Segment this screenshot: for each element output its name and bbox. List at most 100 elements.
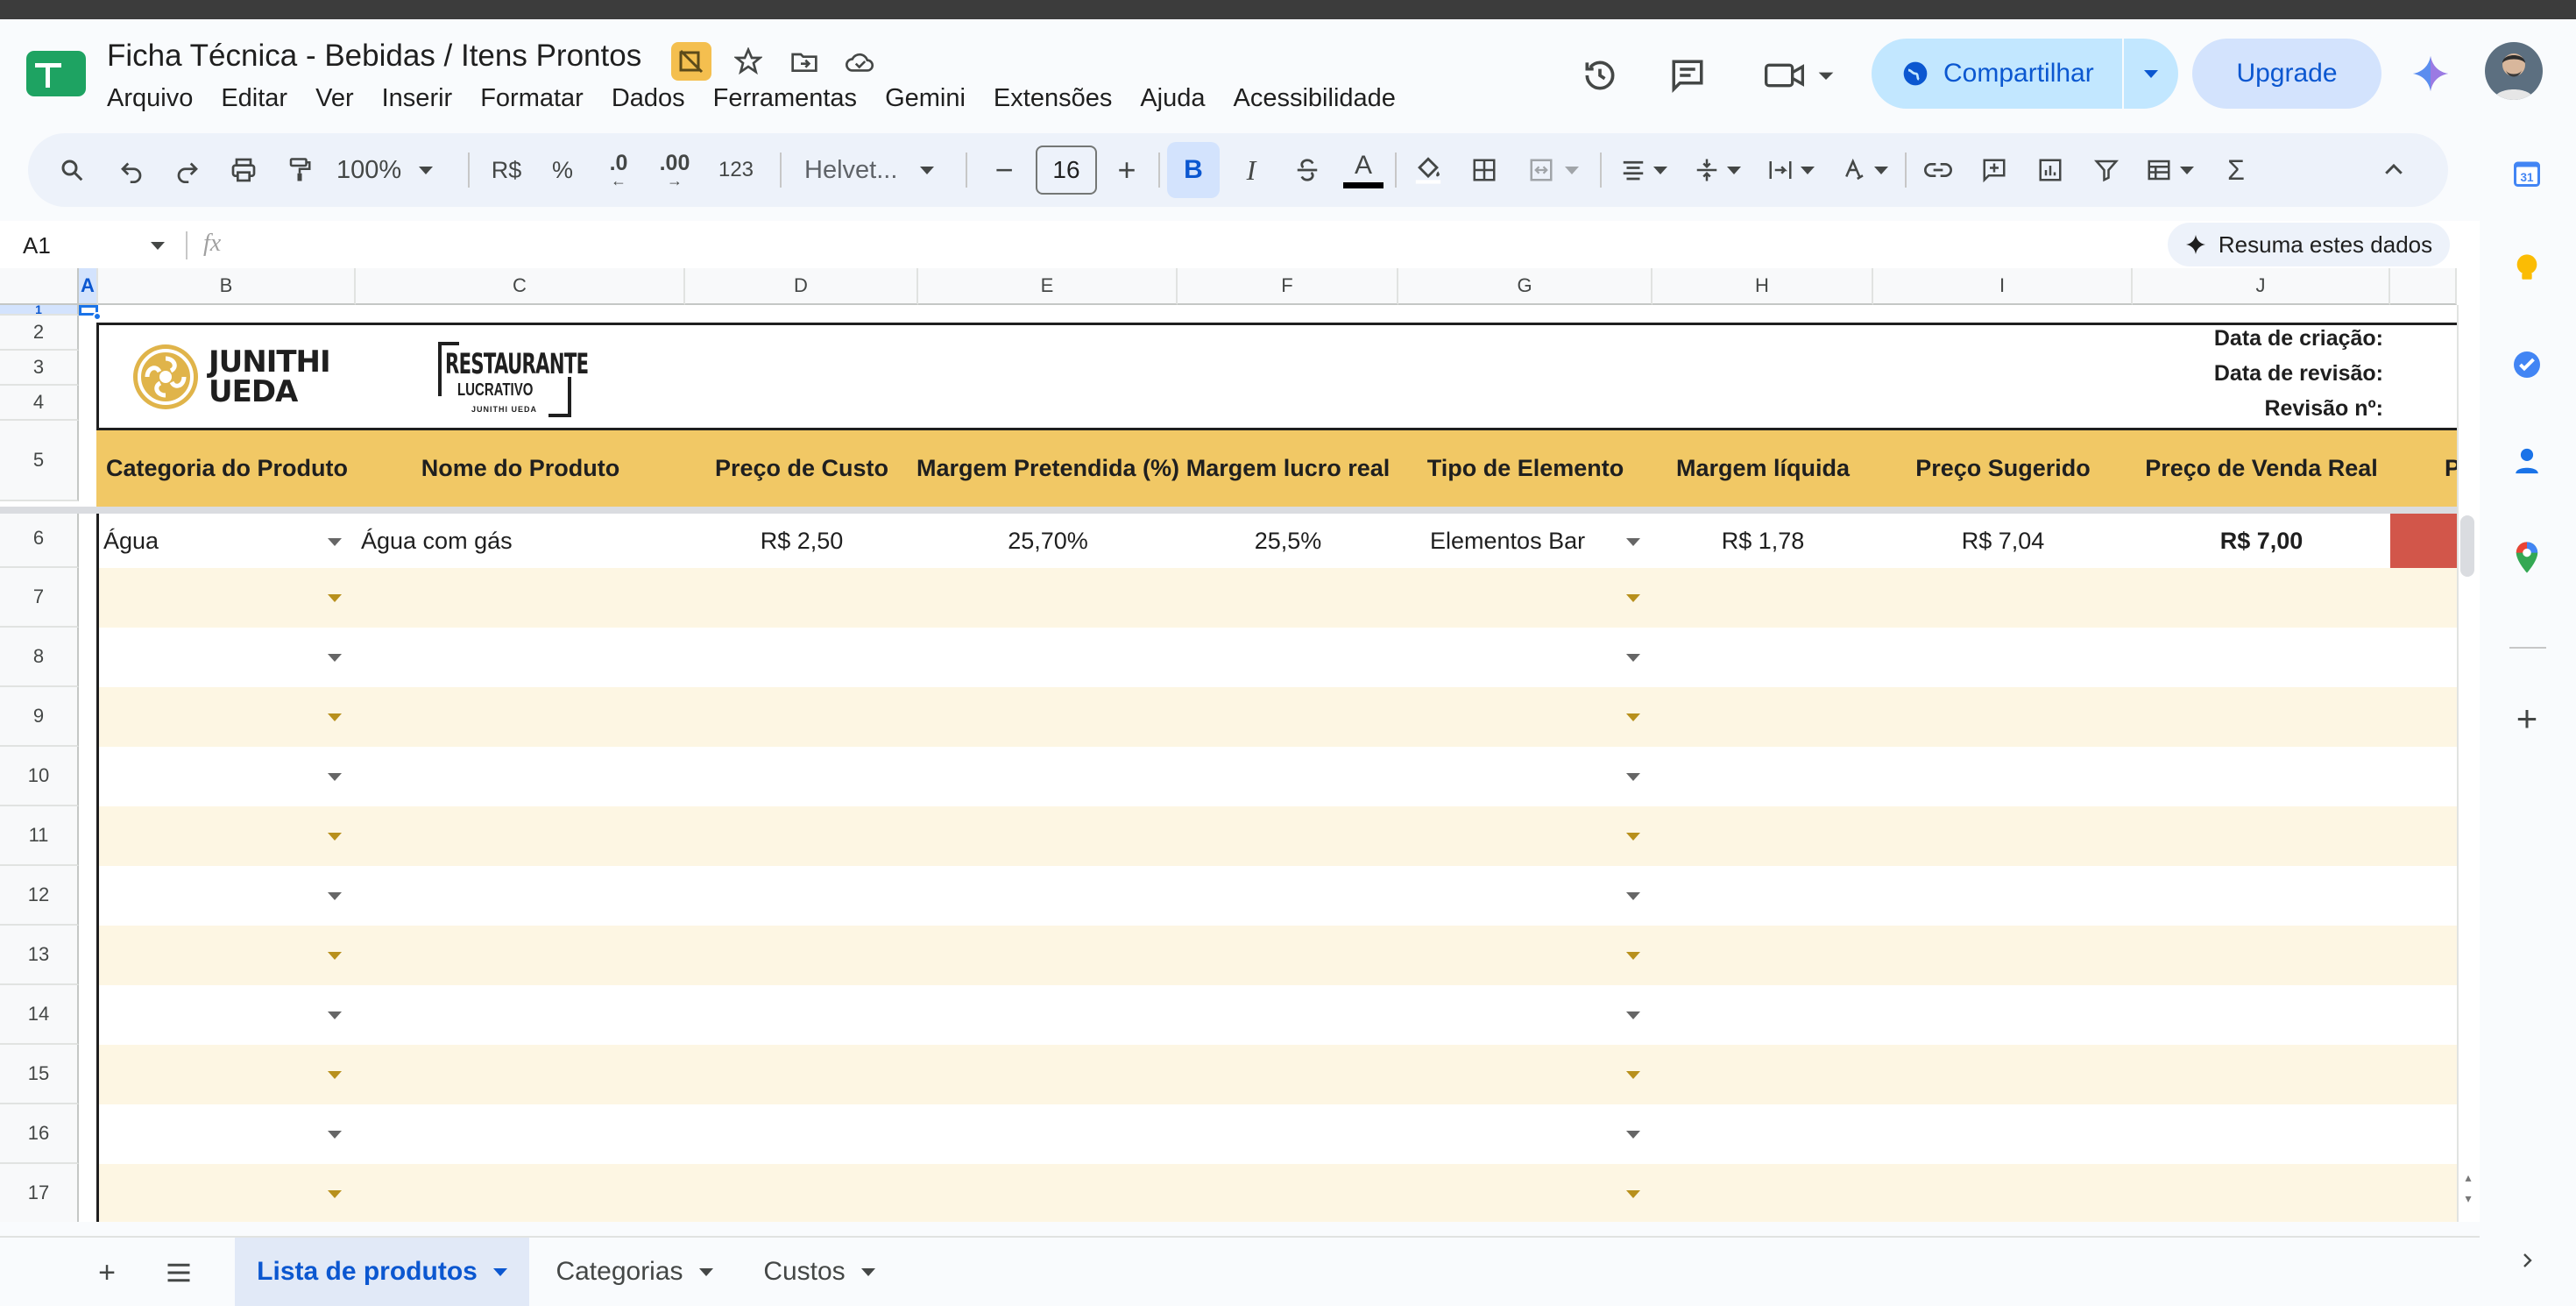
row-header-4[interactable]: 4 xyxy=(0,386,79,421)
document-title[interactable]: Ficha Técnica - Bebidas / Itens Prontos xyxy=(107,39,641,74)
row-15-stripe[interactable] xyxy=(99,1045,2457,1104)
header-preco-venda-real[interactable]: Preço de Venda Real xyxy=(2133,429,2390,507)
vertical-align-icon[interactable] xyxy=(1682,133,1752,207)
menu-ver[interactable]: Ver xyxy=(315,84,354,119)
row-header-6[interactable]: 6 xyxy=(0,510,79,568)
horizontal-align-icon[interactable] xyxy=(1609,133,1679,207)
row-header-14[interactable]: 14 xyxy=(0,985,79,1045)
menu-arquivo[interactable]: Arquivo xyxy=(107,84,193,119)
row-12[interactable] xyxy=(99,866,2457,926)
header-preco-sugerido[interactable]: Preço Sugerido xyxy=(1873,429,2133,507)
share-dropdown-button[interactable] xyxy=(2124,39,2178,109)
header-categoria[interactable]: Categoria do Produto xyxy=(98,429,356,507)
row-header-17[interactable]: 17 xyxy=(0,1164,79,1222)
dropdown-chip-icon[interactable] xyxy=(328,773,342,781)
dropdown-chip-icon[interactable] xyxy=(328,892,342,900)
cell-preco-sugerido[interactable]: R$ 7,04 xyxy=(1873,514,2133,568)
dropdown-chip-icon[interactable] xyxy=(328,1190,342,1198)
decrease-decimal-button[interactable]: .0 ← xyxy=(591,133,647,207)
format-percent-button[interactable]: % xyxy=(536,133,589,207)
dropdown-chip-icon[interactable] xyxy=(328,654,342,662)
star-icon[interactable] xyxy=(731,44,766,79)
header-margem-lucro-real[interactable]: Margem lucro real xyxy=(1178,429,1398,507)
dropdown-chip-icon[interactable] xyxy=(1626,1011,1640,1019)
history-icon[interactable] xyxy=(1575,51,1624,100)
row-header-3[interactable]: 3 xyxy=(0,351,79,386)
row-header-2[interactable]: 2 xyxy=(0,316,79,351)
dropdown-chip-icon[interactable] xyxy=(1626,952,1640,960)
formula-input[interactable] xyxy=(254,226,2138,265)
dropdown-chip-icon[interactable] xyxy=(1626,892,1640,900)
add-sheet-icon[interactable]: + xyxy=(84,1250,130,1295)
menu-editar[interactable]: Editar xyxy=(221,84,287,119)
dropdown-chip-icon[interactable] xyxy=(1626,1190,1640,1198)
cell-margem-lucro-real[interactable]: 25,5% xyxy=(1178,514,1398,568)
comments-icon[interactable] xyxy=(1663,51,1712,100)
dropdown-chip-icon[interactable] xyxy=(328,833,342,841)
menu-acessibilidade[interactable]: Acessibilidade xyxy=(1234,84,1396,119)
dropdown-chip-icon[interactable] xyxy=(328,1131,342,1139)
maps-icon[interactable] xyxy=(2502,533,2551,582)
row-header-7[interactable]: 7 xyxy=(0,568,79,628)
strikethrough-icon[interactable] xyxy=(1281,133,1334,207)
row-header-8[interactable]: 8 xyxy=(0,628,79,687)
share-button[interactable]: Compartilhar xyxy=(1872,39,2122,109)
dropdown-chip-icon[interactable] xyxy=(1626,538,1640,546)
menu-ajuda[interactable]: Ajuda xyxy=(1140,84,1205,119)
cell-preco-venda-real[interactable]: R$ 7,00 xyxy=(2133,514,2390,568)
row-13-stripe[interactable] xyxy=(99,926,2457,985)
insert-comment-icon[interactable] xyxy=(1968,133,2020,207)
row-header-11[interactable]: 11 xyxy=(0,806,79,866)
row-10[interactable] xyxy=(99,747,2457,806)
cell-tipo-elemento[interactable]: Elementos Bar xyxy=(1430,514,1623,568)
font-select[interactable]: Helvet... xyxy=(792,133,959,207)
dropdown-chip-icon[interactable] xyxy=(328,594,342,602)
column-header-j[interactable]: J xyxy=(2133,268,2390,305)
summarize-data-button[interactable]: Resuma estes dados xyxy=(2168,223,2450,266)
font-size-input[interactable]: 16 xyxy=(1036,146,1097,195)
move-to-drive-icon[interactable] xyxy=(671,42,711,81)
row-14[interactable] xyxy=(99,985,2457,1045)
vertical-scroll-track[interactable] xyxy=(2457,305,2480,1222)
insert-link-icon[interactable] xyxy=(1912,133,1964,207)
column-header-k[interactable] xyxy=(2390,268,2457,305)
dropdown-chip-icon[interactable] xyxy=(328,713,342,721)
header-margem-liquida[interactable]: Margem líquida xyxy=(1652,429,1873,507)
dropdown-chip-icon[interactable] xyxy=(1626,654,1640,662)
fill-color-icon[interactable] xyxy=(1402,133,1454,207)
tab-custos[interactable]: Custos xyxy=(745,1238,894,1306)
frozen-rows-divider[interactable] xyxy=(0,507,2480,514)
bold-button[interactable]: B xyxy=(1167,142,1220,198)
avatar[interactable] xyxy=(2485,42,2543,100)
cell-categoria[interactable]: Água xyxy=(103,514,357,568)
column-header-i[interactable]: I xyxy=(1873,268,2133,305)
name-box[interactable]: A1 xyxy=(23,228,172,263)
row-17-stripe[interactable] xyxy=(99,1164,2457,1222)
table-view-icon[interactable] xyxy=(2134,133,2204,207)
select-all-corner[interactable] xyxy=(0,268,79,305)
text-color-button[interactable]: A xyxy=(1337,133,1390,207)
get-addons-icon[interactable]: + xyxy=(2502,694,2551,743)
column-header-g[interactable]: G xyxy=(1398,268,1652,305)
column-header-a[interactable]: A xyxy=(79,268,98,305)
calendar-icon[interactable]: 31 xyxy=(2502,149,2551,198)
dropdown-chip-icon[interactable] xyxy=(1626,773,1640,781)
column-header-c[interactable]: C xyxy=(356,268,685,305)
dropdown-chip-icon[interactable] xyxy=(328,1071,342,1079)
all-sheets-icon[interactable] xyxy=(156,1250,202,1295)
tasks-icon[interactable] xyxy=(2502,340,2551,389)
menu-formatar[interactable]: Formatar xyxy=(480,84,584,119)
meet-icon[interactable] xyxy=(1756,51,1844,100)
paint-format-icon[interactable] xyxy=(275,133,324,207)
cell-nome[interactable]: Água com gás xyxy=(361,514,685,568)
cell-margem-pretendida[interactable]: 25,70% xyxy=(918,514,1178,568)
dropdown-chip-icon[interactable] xyxy=(1626,1071,1640,1079)
gemini-icon[interactable] xyxy=(2406,49,2455,98)
increase-decimal-button[interactable]: .00 → xyxy=(647,133,703,207)
dropdown-chip-icon[interactable] xyxy=(328,952,342,960)
cell-margem-liquida[interactable]: R$ 1,78 xyxy=(1652,514,1873,568)
menu-dados[interactable]: Dados xyxy=(612,84,685,119)
upgrade-button[interactable]: Upgrade xyxy=(2192,39,2381,109)
row-header-5[interactable]: 5 xyxy=(0,421,79,501)
zoom-select[interactable]: 100% xyxy=(336,133,450,207)
